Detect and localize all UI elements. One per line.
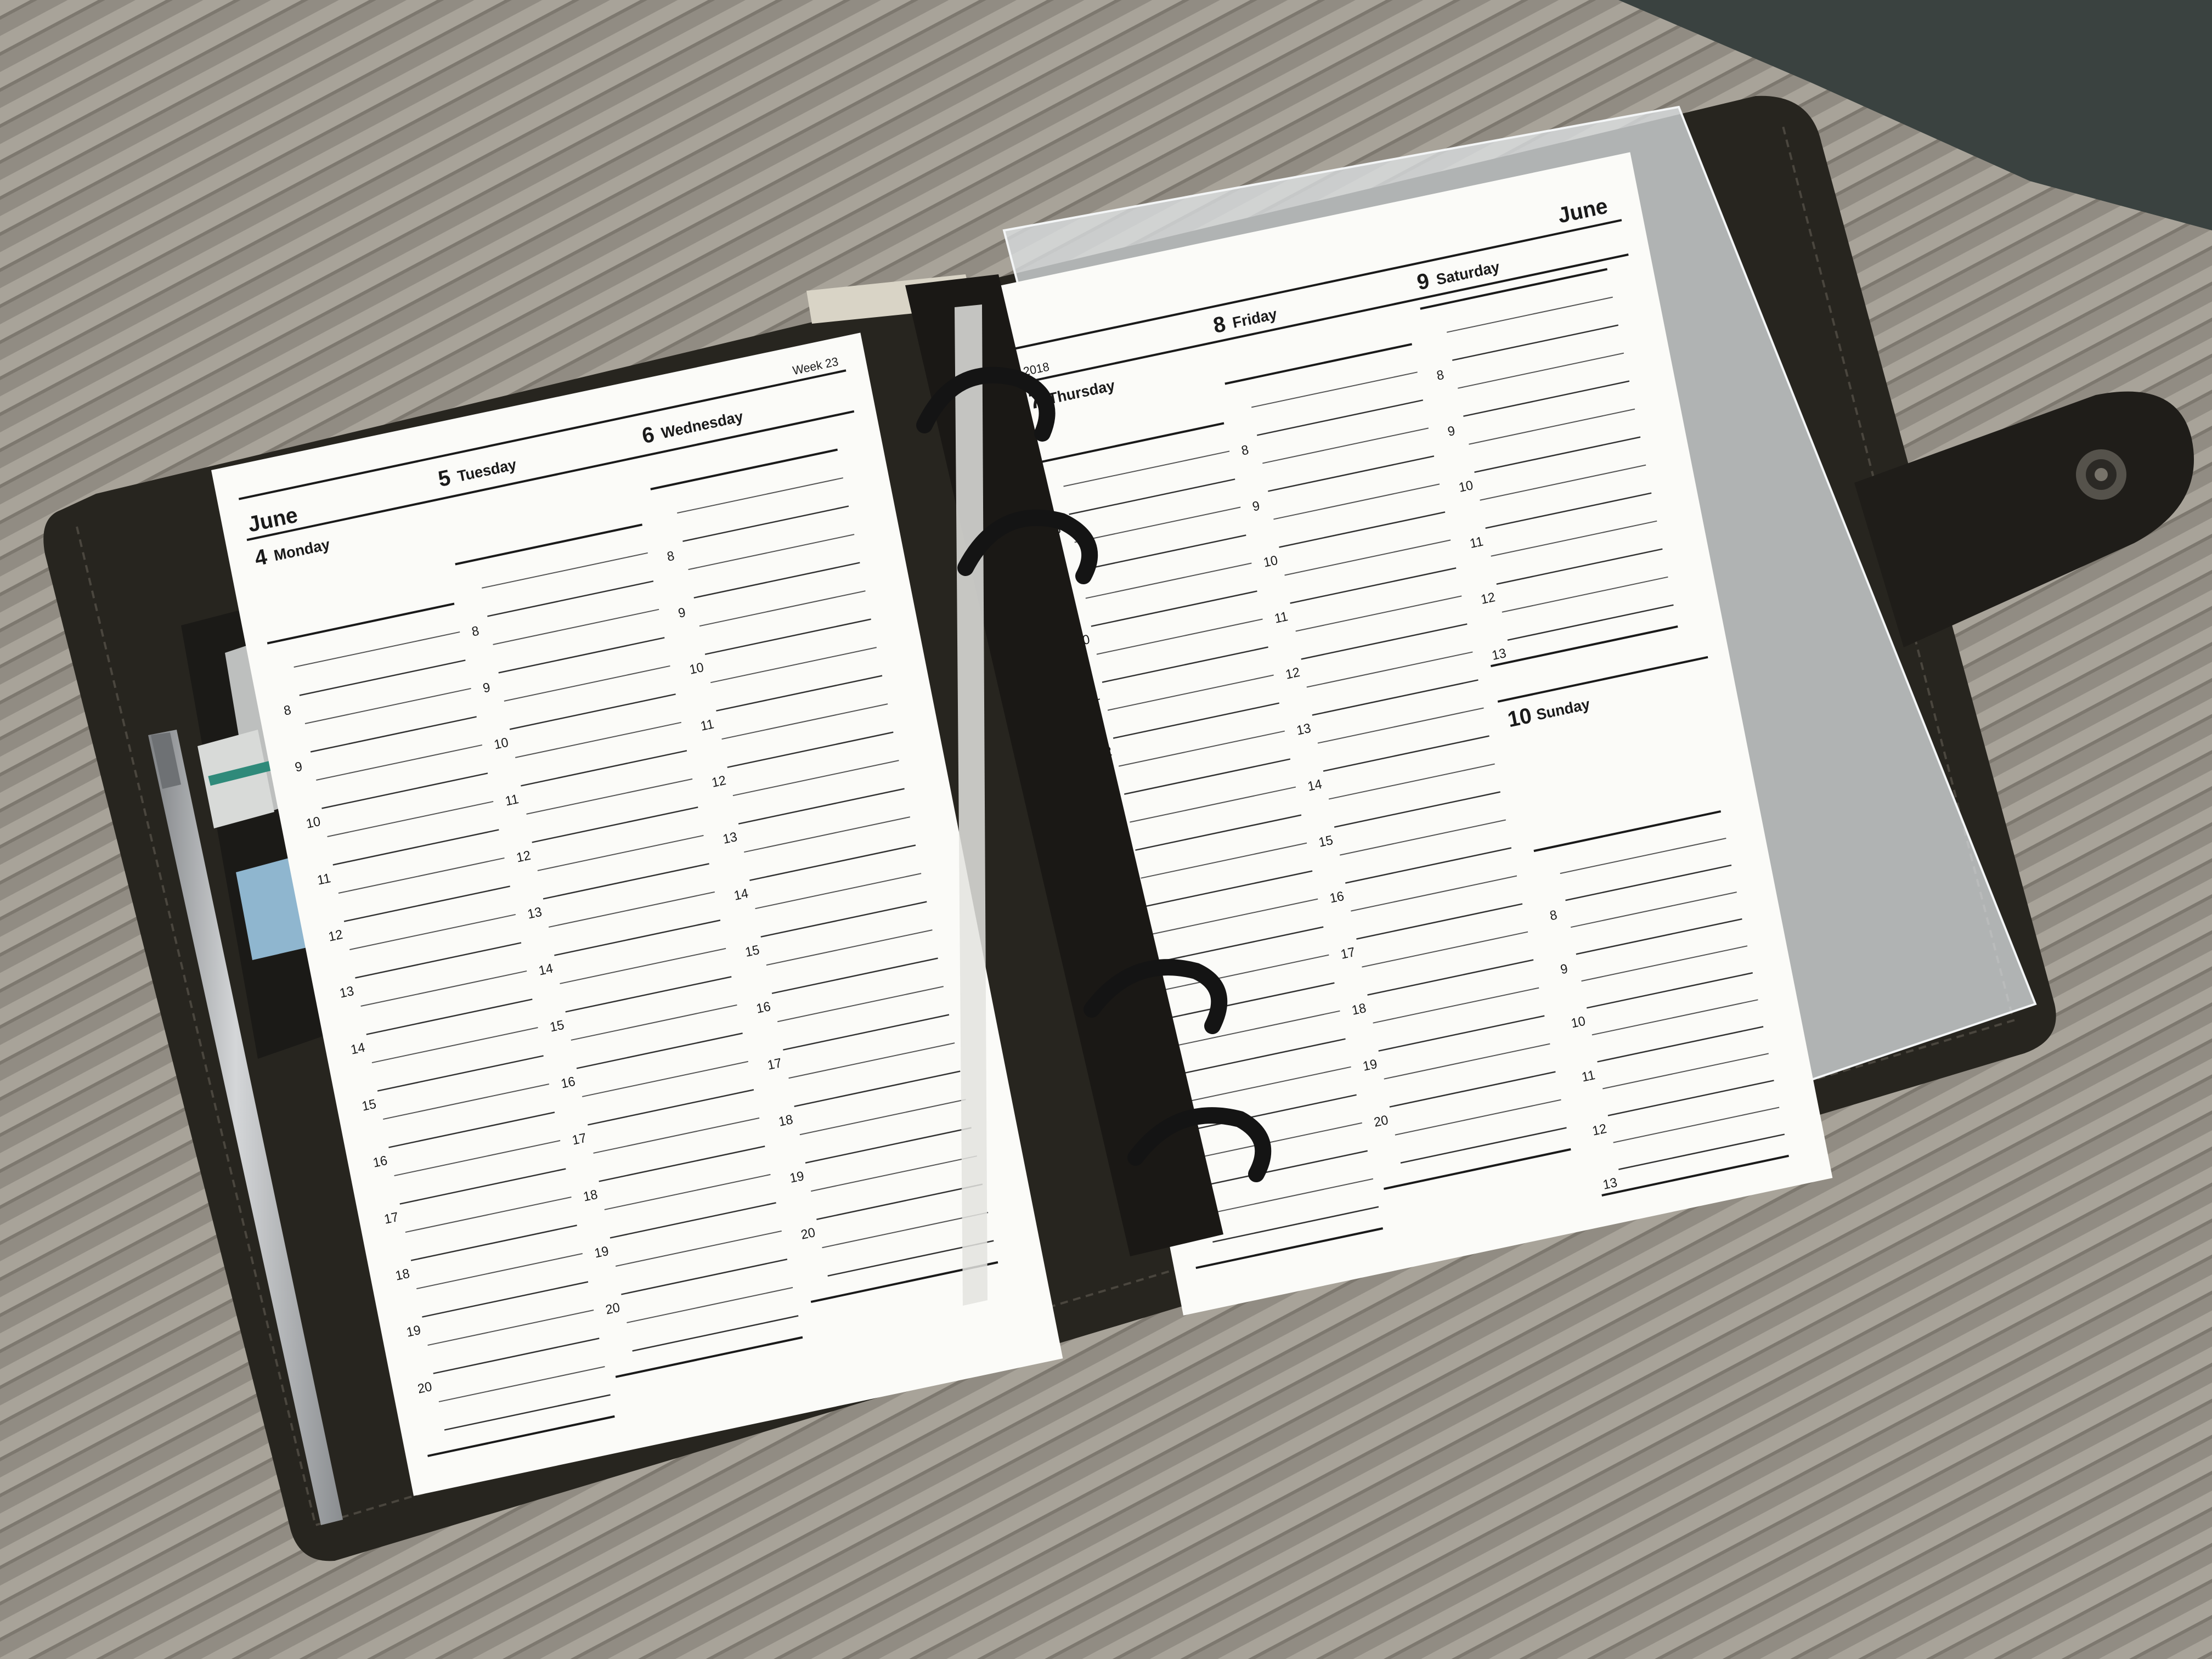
hour-label: 10 [493,735,510,752]
hour-label: 15 [1317,833,1334,850]
hour-label: 14 [733,887,750,904]
hour-label: 16 [560,1075,577,1092]
hour-label: 12 [1284,665,1301,682]
hour-label: 15 [744,943,761,960]
hour-label: 13 [1491,646,1508,663]
hour-label: 14 [538,962,555,979]
hour-label: 11 [1581,1068,1596,1085]
hour-label: 19 [788,1169,805,1186]
hour-label: 16 [372,1154,389,1171]
hour-label: 11 [1273,610,1289,627]
hour-label: 10 [1570,1014,1587,1031]
hour-label: 12 [327,928,344,945]
hour-label: 11 [1469,534,1485,551]
hour-label: 17 [571,1131,588,1148]
hour-label: 16 [1329,889,1346,906]
hour-label: 19 [405,1323,422,1340]
hour-label: 13 [1295,721,1312,738]
hour-label: 15 [360,1097,377,1114]
hour-label: 11 [699,717,715,734]
hour-label: 20 [605,1301,622,1318]
hour-label: 14 [1306,777,1323,794]
hour-label: 18 [1351,1001,1368,1018]
hour-label: 20 [800,1226,817,1243]
hour-label: 10 [305,815,322,832]
snap-button-icon[interactable] [2076,449,2126,500]
hour-label: 17 [766,1056,783,1073]
hour-label: 17 [1340,945,1357,962]
hour-label: 18 [777,1113,794,1130]
hour-label: 17 [383,1210,400,1227]
hour-label: 13 [526,905,543,922]
hour-label: 14 [349,1041,366,1058]
photo-scene: Week 23 June 4 Monday 5 Tuesday 6 Wednes… [0,0,2212,1659]
hour-label: 10 [1262,554,1279,571]
hour-label: 13 [1602,1176,1619,1193]
hour-label: 20 [416,1380,433,1397]
hour-label: 20 [1373,1113,1390,1130]
hour-label: 10 [1458,478,1475,495]
hour-label: 15 [549,1018,566,1035]
hour-label: 11 [504,792,520,809]
hour-label: 12 [1591,1122,1608,1139]
svg-text:10: 10 [1505,703,1533,732]
hour-label: 12 [1480,590,1497,607]
hour-label: 10 [688,661,705,678]
hour-label: 12 [515,849,532,866]
hour-label: 19 [1362,1057,1379,1074]
hour-label: 11 [316,871,332,888]
hour-label: 18 [394,1267,411,1284]
hour-label: 13 [338,984,356,1001]
hour-label: 12 [710,774,727,791]
hour-label: 13 [721,830,738,847]
hour-label: 18 [582,1188,599,1205]
hour-label: 16 [755,1000,772,1017]
hour-label: 19 [593,1244,610,1261]
